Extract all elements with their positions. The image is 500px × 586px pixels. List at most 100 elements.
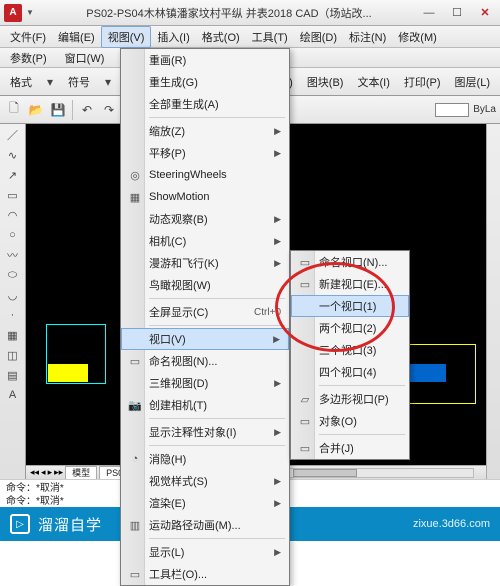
- viewport-submenu-item[interactable]: 两个视口(2): [291, 317, 409, 339]
- ray-icon[interactable]: ↗: [3, 166, 23, 184]
- menu2-1[interactable]: 窗口(W): [59, 48, 111, 68]
- scroll-left-icon[interactable]: ◂: [41, 467, 46, 478]
- view-menu-item[interactable]: 📷创建相机(T): [121, 394, 289, 416]
- menu-item-label: 四个视口(4): [319, 364, 376, 380]
- view-menu-item[interactable]: ◔消隐(H): [121, 448, 289, 470]
- new-icon[interactable]: 🗋: [4, 100, 24, 120]
- menu-item-label: 鸟瞰视图(W): [149, 277, 211, 293]
- menu-item-label: 三维视图(D): [149, 375, 208, 391]
- view-menu-item[interactable]: ▭工具栏(O)...: [121, 563, 289, 585]
- menu-item-icon: ◔: [127, 451, 143, 467]
- view-menu-item[interactable]: 漫游和飞行(K)▶: [121, 252, 289, 274]
- toolbar-label-symbol[interactable]: 符号: [62, 72, 96, 92]
- hatch-icon[interactable]: ▦: [3, 326, 23, 344]
- save-icon[interactable]: 💾: [48, 100, 68, 120]
- view-menu-item[interactable]: ▦ ShowMotion: [121, 186, 289, 208]
- undo-icon[interactable]: ↶: [77, 100, 97, 120]
- view-menu-item[interactable]: 显示注释性对象(I)▶: [121, 421, 289, 443]
- view-menu-item[interactable]: 显示(L)▶: [121, 541, 289, 563]
- polyline-icon[interactable]: ∿: [3, 146, 23, 164]
- view-menu-item[interactable]: 重画(R): [121, 49, 289, 71]
- vertical-scrollbar[interactable]: [486, 124, 500, 479]
- color-swatch[interactable]: [435, 103, 469, 117]
- menu-item-label: 全部重生成(A): [149, 96, 219, 112]
- dropdown-icon[interactable]: ▾: [98, 72, 118, 92]
- menu-2[interactable]: 视图(V): [101, 26, 152, 48]
- viewport-submenu-item[interactable]: 三个视口(3): [291, 339, 409, 361]
- dropdown-icon[interactable]: ▾: [40, 72, 60, 92]
- redo-icon[interactable]: ↷: [99, 100, 119, 120]
- app-logo-icon[interactable]: A: [4, 4, 22, 22]
- menu-item-label: 漫游和飞行(K): [149, 255, 219, 271]
- ellipse-arc-icon[interactable]: ◡: [3, 286, 23, 304]
- view-menu-item[interactable]: 视觉样式(S)▶: [121, 470, 289, 492]
- open-icon[interactable]: 📂: [26, 100, 46, 120]
- scroll-right-icon[interactable]: ▸▸: [54, 467, 63, 478]
- menu-item-label: 视觉样式(S): [149, 473, 208, 489]
- menu-4[interactable]: 格式(O): [196, 27, 246, 47]
- view-menu-item[interactable]: 鸟瞰视图(W): [121, 274, 289, 296]
- view-menu-item[interactable]: ◎SteeringWheels: [121, 164, 289, 186]
- maximize-button[interactable]: ☐: [446, 5, 468, 21]
- viewport-submenu-item[interactable]: ▱多边形视口(P): [291, 388, 409, 410]
- menu-8[interactable]: 修改(M): [392, 27, 443, 47]
- view-menu-dropdown: 重画(R) 重生成(G) 全部重生成(A) 缩放(Z)▶平移(P)▶◎Steering…: [120, 48, 290, 586]
- circle-icon[interactable]: ○: [3, 226, 23, 244]
- viewport-submenu-item[interactable]: 一个视口(1): [291, 295, 409, 317]
- view-menu-item[interactable]: 全部重生成(A): [121, 93, 289, 115]
- point-icon[interactable]: ·: [3, 306, 23, 324]
- play-icon: ▷: [10, 514, 30, 534]
- menu-7[interactable]: 标注(N): [343, 27, 392, 47]
- menu-bar: 文件(F)编辑(E)视图(V)插入(I)格式(O)工具(T)绘图(D)标注(N)…: [0, 26, 500, 48]
- menu-3[interactable]: 插入(I): [151, 27, 195, 47]
- view-menu-item[interactable]: 视口(V)▶: [121, 328, 289, 350]
- view-menu-item[interactable]: 三维视图(D)▶: [121, 372, 289, 394]
- rect-icon[interactable]: ▭: [3, 186, 23, 204]
- scroll-left-icon[interactable]: ◂◂: [30, 467, 39, 478]
- viewport-submenu-item[interactable]: 四个视口(4): [291, 361, 409, 383]
- arc-icon[interactable]: ◠: [3, 206, 23, 224]
- toolbar-extra[interactable]: 图层(L): [449, 72, 496, 92]
- app-menu-chevron-icon[interactable]: ▼: [26, 8, 40, 17]
- view-menu-item[interactable]: ▥运动路径动画(M)...: [121, 514, 289, 536]
- toolbar-extra[interactable]: 文本(I): [351, 72, 395, 92]
- table-icon[interactable]: ▤: [3, 366, 23, 384]
- region-icon[interactable]: ◫: [3, 346, 23, 364]
- text-icon[interactable]: A: [3, 386, 23, 404]
- close-button[interactable]: ✕: [474, 5, 496, 21]
- menu-5[interactable]: 工具(T): [246, 27, 294, 47]
- viewport-submenu-item[interactable]: ▭命名视口(N)...: [291, 251, 409, 273]
- view-menu-item[interactable]: 全屏显示(C)Ctrl+0: [121, 301, 289, 323]
- menu-item-icon: ▦: [127, 189, 143, 205]
- toolbar-label-format[interactable]: 格式: [4, 72, 38, 92]
- minimize-button[interactable]: —: [418, 5, 440, 21]
- view-menu-item[interactable]: 重生成(G): [121, 71, 289, 93]
- menu2-0[interactable]: 参数(P): [4, 48, 53, 68]
- viewport-submenu-item[interactable]: ▭合并(J): [291, 437, 409, 459]
- view-menu-item[interactable]: 缩放(Z)▶: [121, 120, 289, 142]
- menu-item-icon: ▭: [127, 353, 143, 369]
- view-menu-item[interactable]: 渲染(E)▶: [121, 492, 289, 514]
- ellipse-icon[interactable]: ⬭: [3, 266, 23, 284]
- view-menu-item[interactable]: 相机(C)▶: [121, 230, 289, 252]
- menu-6[interactable]: 绘图(D): [294, 27, 343, 47]
- view-menu-item[interactable]: ▭命名视图(N)...: [121, 350, 289, 372]
- menu-0[interactable]: 文件(F): [4, 27, 52, 47]
- scroll-right-icon[interactable]: ▸: [48, 467, 53, 478]
- menu-item-shortcut: Ctrl+0: [254, 307, 281, 318]
- spline-icon[interactable]: 〰: [3, 246, 23, 264]
- tab-model[interactable]: 模型: [65, 466, 97, 479]
- view-menu-item[interactable]: 平移(P)▶: [121, 142, 289, 164]
- toolbar-extra[interactable]: 打印(P): [398, 72, 447, 92]
- line-icon[interactable]: ／: [3, 126, 23, 144]
- viewport-submenu-item[interactable]: ▭新建视口(E)...: [291, 273, 409, 295]
- toolbar-extra[interactable]: 图块(B): [301, 72, 350, 92]
- menu-item-label: 工具栏(O)...: [149, 566, 207, 582]
- view-menu-item[interactable]: 动态观察(B)▶: [121, 208, 289, 230]
- viewport-submenu-item[interactable]: ▭对象(O): [291, 410, 409, 432]
- menu-item-label: ShowMotion: [149, 191, 210, 203]
- menu-item-label: 多边形视口(P): [319, 391, 389, 407]
- menu-item-label: 合并(J): [319, 440, 354, 456]
- menu-item-label: 重画(R): [149, 52, 186, 68]
- menu-1[interactable]: 编辑(E): [52, 27, 101, 47]
